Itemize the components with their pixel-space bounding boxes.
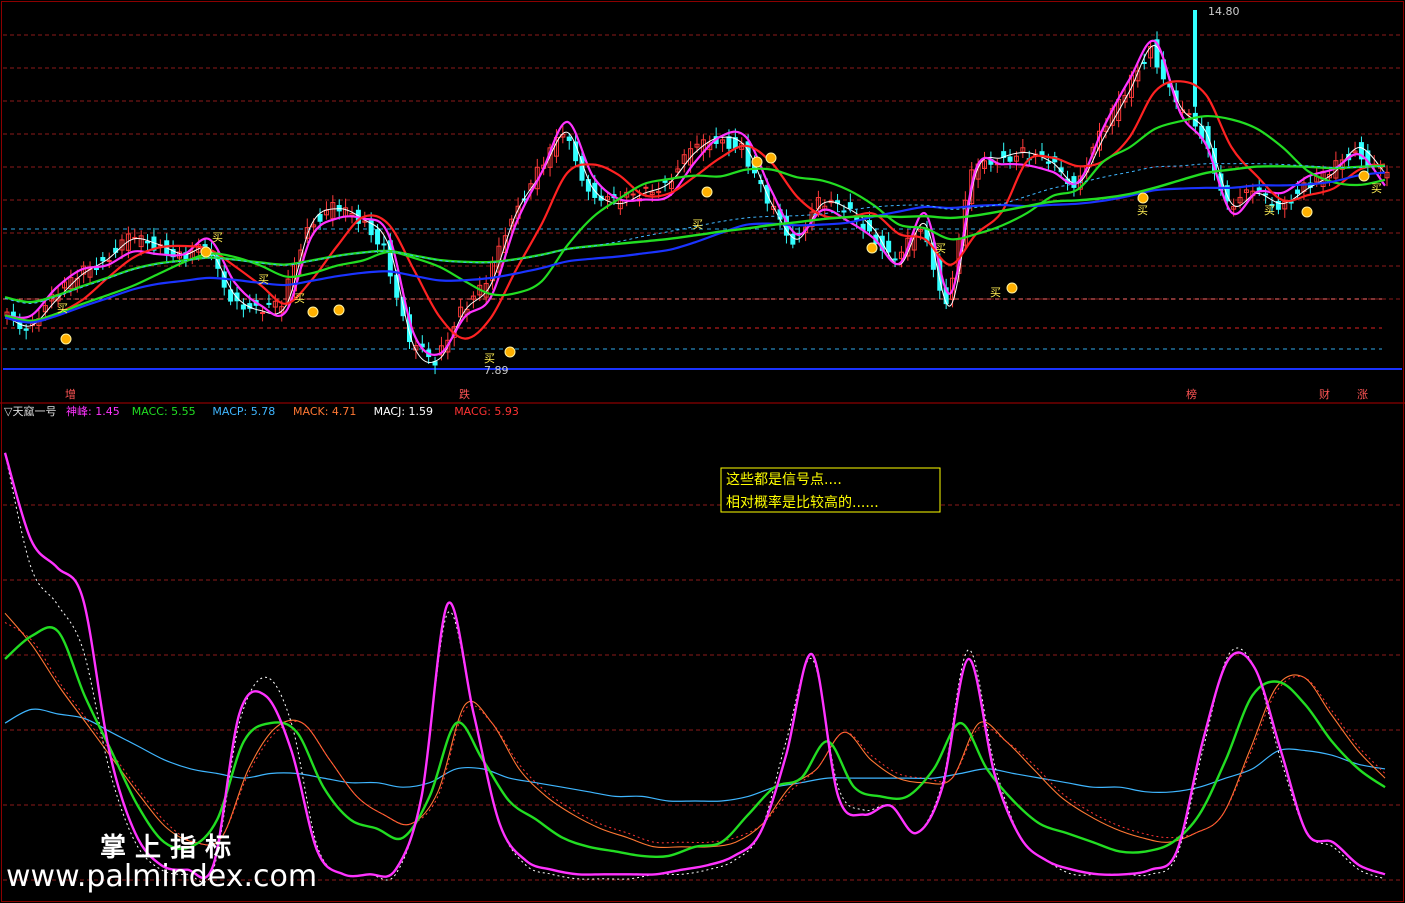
chart-stage: 买买买买买买买买买 买买 14.80 7.89 增跌榜财涨 ▽天窳一号 神峰: 1… (0, 0, 1405, 903)
buy-dot[interactable] (1301, 206, 1313, 218)
candle-body[interactable] (106, 259, 112, 262)
indicator-field: MACC: 5.55 (132, 405, 196, 418)
candle-body[interactable] (375, 229, 381, 245)
candle-body[interactable] (266, 302, 272, 305)
low-price-label: 7.89 (484, 364, 509, 377)
event-label: 榜 (1186, 387, 1197, 401)
buy-dot[interactable] (1358, 170, 1370, 182)
indicator-field: MACJ: 1.59 (374, 405, 433, 418)
buy-dot[interactable] (866, 242, 878, 254)
candle-body[interactable] (1295, 189, 1301, 194)
candle-body[interactable] (726, 136, 732, 149)
buy-dot[interactable] (333, 304, 345, 316)
candle-body[interactable] (240, 304, 246, 310)
candle-body[interactable] (1141, 61, 1147, 64)
buy-label: 买 (57, 302, 68, 315)
high-price-label: 14.80 (1208, 5, 1240, 18)
event-label: 增 (65, 387, 76, 401)
candle-body[interactable] (1039, 151, 1045, 156)
candle-body[interactable] (579, 156, 585, 181)
candle-body[interactable] (317, 213, 323, 222)
candle-body[interactable] (145, 240, 151, 244)
candle-body[interactable] (1256, 187, 1262, 191)
candle-body[interactable] (381, 243, 387, 246)
buy-dot[interactable] (701, 186, 713, 198)
candle-body[interactable] (643, 186, 649, 189)
background (0, 0, 1405, 903)
watermark-url: www.palmindex.com (6, 859, 317, 894)
candle-body[interactable] (368, 219, 374, 236)
candle-body[interactable] (566, 136, 572, 141)
buy-dot[interactable] (1137, 192, 1149, 204)
candle-body[interactable] (1045, 161, 1051, 164)
buy-dot[interactable] (200, 246, 212, 258)
buy-label: 买 (212, 231, 223, 244)
note-line-1: 这些都是信号点.... (726, 471, 842, 488)
candle-body[interactable] (23, 328, 29, 331)
event-label: 跌 (459, 387, 470, 401)
buy-dot[interactable] (751, 156, 763, 168)
buy-label: 买 (990, 286, 1001, 299)
buy-dot[interactable] (1006, 282, 1018, 294)
indicator-field: MACP: 5.78 (212, 405, 275, 418)
buy-label: 买 (294, 292, 305, 305)
buy-dot[interactable] (765, 152, 777, 164)
candle-body[interactable] (886, 240, 892, 253)
candle-body[interactable] (585, 179, 591, 192)
indicator-field: 神峰: 1.45 (66, 404, 120, 418)
buy-label: 买 (692, 218, 703, 231)
buy-dot[interactable] (60, 333, 72, 345)
indicator-field: MACG: 5.93 (454, 405, 519, 418)
candle-body[interactable] (1007, 156, 1013, 162)
candle-body[interactable] (892, 258, 898, 261)
note-line-2: 相对概率是比较高的...... (726, 494, 879, 511)
candle-body[interactable] (394, 274, 400, 298)
buy-label: 买 (258, 273, 269, 286)
buy-dot[interactable] (504, 346, 516, 358)
indicator-name: ▽天窳一号 (4, 404, 56, 418)
candle-body[interactable] (100, 257, 106, 262)
event-label: 涨 (1357, 388, 1368, 401)
candle-body[interactable] (260, 312, 266, 315)
buy-dot[interactable] (307, 306, 319, 318)
event-label: 财 (1319, 387, 1330, 401)
buy-label: 买 (935, 242, 946, 255)
candle-body[interactable] (1288, 201, 1294, 204)
buy-label: 买 (1137, 204, 1148, 217)
candle-body[interactable] (1071, 176, 1077, 188)
buy-label: 买 (1371, 182, 1382, 195)
candle-body[interactable] (630, 193, 636, 196)
buy-label: 买 (1264, 204, 1275, 217)
candle-body[interactable] (662, 180, 668, 183)
candle-body[interactable] (847, 202, 853, 209)
indicator-field: MACK: 4.71 (293, 405, 356, 418)
candle-body[interactable] (1263, 193, 1269, 196)
signal-note-box: 这些都是信号点.... 相对概率是比较高的...... (720, 467, 941, 513)
